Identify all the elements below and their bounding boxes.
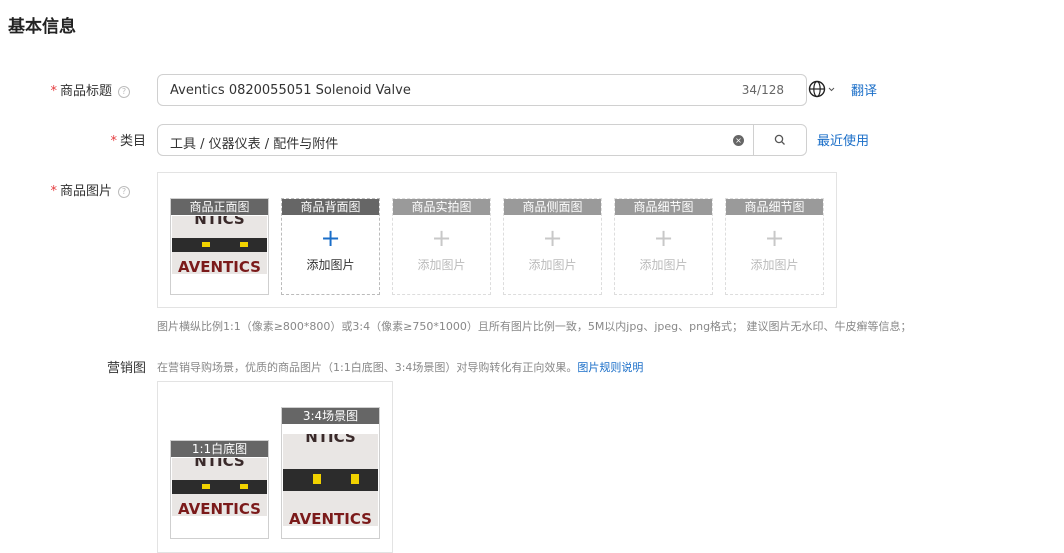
help-icon[interactable]: ? [118, 85, 130, 98]
photo-strip [172, 238, 267, 252]
photo-chip [202, 483, 211, 490]
marketing-hint-text: 在营销导购场景，优质的商品图片（1:1白底图、3:4场景图）对导购转化有正向效果… [157, 361, 578, 374]
marketing-slot-scene[interactable]: 3:4场景图 NTICS AVENTICS [281, 407, 380, 539]
slot-header: 商品侧面图 [504, 199, 601, 215]
plus-icon: + [320, 224, 341, 252]
category-label-text: 类目 [119, 134, 146, 149]
product-photo: NTICS AVENTICS [283, 434, 378, 526]
image-requirements-hint: 图片横纵比例1:1（像素≥800*800）或3:4（像素≥750*1000）且所… [157, 320, 912, 333]
language-selector[interactable] [808, 80, 838, 98]
add-image-label: 添加图片 [306, 258, 355, 272]
photo-brand-text: AVENTICS [178, 500, 261, 516]
clear-icon[interactable]: × [733, 135, 744, 146]
product-images-panel: 商品正面图 NTICS AVENTICS 商品背面图 + 添加图片 商品实拍图 … [157, 172, 837, 308]
slot-header: 1:1白底图 [171, 441, 268, 457]
product-photo: NTICS AVENTICS [172, 458, 267, 516]
slot-header: 3:4场景图 [282, 408, 379, 424]
product-images-label: * 商品图片? [10, 180, 130, 199]
required-star: * [50, 184, 57, 199]
slot-header: 商品背面图 [282, 199, 379, 215]
char-count: 34/128 [741, 83, 784, 97]
search-button[interactable] [753, 125, 808, 155]
plus-icon: + [764, 224, 785, 252]
photo-brand-text: AVENTICS [289, 510, 372, 526]
slot-header: 商品正面图 [171, 199, 268, 215]
section-title: 基本信息 [8, 17, 76, 37]
slot-header: 商品实拍图 [393, 199, 490, 215]
product-photo: NTICS AVENTICS [172, 216, 267, 274]
image-slot-back[interactable]: 商品背面图 + 添加图片 [281, 198, 380, 295]
product-title-input[interactable]: Aventics 0820055051 Solenoid Valve 34/12… [157, 74, 807, 106]
photo-chip [202, 241, 211, 248]
add-image-label: 添加图片 [750, 258, 799, 272]
required-star: * [50, 84, 57, 99]
marketing-images-panel: 1:1白底图 NTICS AVENTICS 3:4场景图 NTICS AVENT… [157, 381, 393, 553]
product-title-value: Aventics 0820055051 Solenoid Valve [170, 83, 411, 98]
photo-top-text: NTICS [305, 434, 356, 446]
slot-header: 商品细节图 [726, 199, 823, 215]
help-icon[interactable]: ? [118, 185, 130, 198]
required-star: * [110, 134, 117, 149]
category-label: * 类目 [26, 130, 146, 149]
marketing-slot-white-bg[interactable]: 1:1白底图 NTICS AVENTICS [170, 440, 269, 539]
photo-top-text: NTICS [194, 216, 245, 228]
product-title-label: * 商品标题? [10, 80, 130, 99]
category-value: 工具 / 仪器仪表 / 配件与附件 [170, 137, 339, 152]
marketing-hint: 在营销导购场景，优质的商品图片（1:1白底图、3:4场景图）对导购转化有正向效果… [157, 359, 643, 375]
add-image-label: 添加图片 [639, 258, 688, 272]
marketing-images-label: 营销图 [106, 361, 146, 376]
photo-chip [240, 241, 249, 248]
photo-chip [313, 474, 322, 484]
add-image-label: 添加图片 [417, 258, 466, 272]
image-slot-detail: 商品细节图 + 添加图片 [614, 198, 713, 295]
image-rules-link[interactable]: 图片规则说明 [577, 361, 643, 374]
image-slot-detail-2: 商品细节图 + 添加图片 [725, 198, 824, 295]
photo-chip [351, 474, 360, 484]
product-images-label-text: 商品图片 [59, 184, 112, 199]
plus-icon: + [653, 224, 674, 252]
slot-header: 商品细节图 [615, 199, 712, 215]
recent-used-link[interactable]: 最近使用 [817, 130, 869, 149]
search-icon [774, 134, 785, 145]
category-input[interactable]: 工具 / 仪器仪表 / 配件与附件 × [157, 124, 807, 156]
add-image-label: 添加图片 [528, 258, 577, 272]
product-title-label-text: 商品标题 [59, 84, 112, 99]
photo-brand-text: AVENTICS [178, 258, 261, 274]
photo-strip [172, 480, 267, 494]
photo-chip [240, 483, 249, 490]
image-slot-side: 商品侧面图 + 添加图片 [503, 198, 602, 295]
translate-link[interactable]: 翻译 [851, 80, 877, 99]
plus-icon: + [542, 224, 563, 252]
image-slot-front[interactable]: 商品正面图 NTICS AVENTICS [170, 198, 269, 295]
photo-top-text: NTICS [194, 458, 245, 470]
plus-icon: + [431, 224, 452, 252]
image-slot-real: 商品实拍图 + 添加图片 [392, 198, 491, 295]
globe-icon [808, 80, 835, 98]
photo-strip [283, 468, 378, 492]
